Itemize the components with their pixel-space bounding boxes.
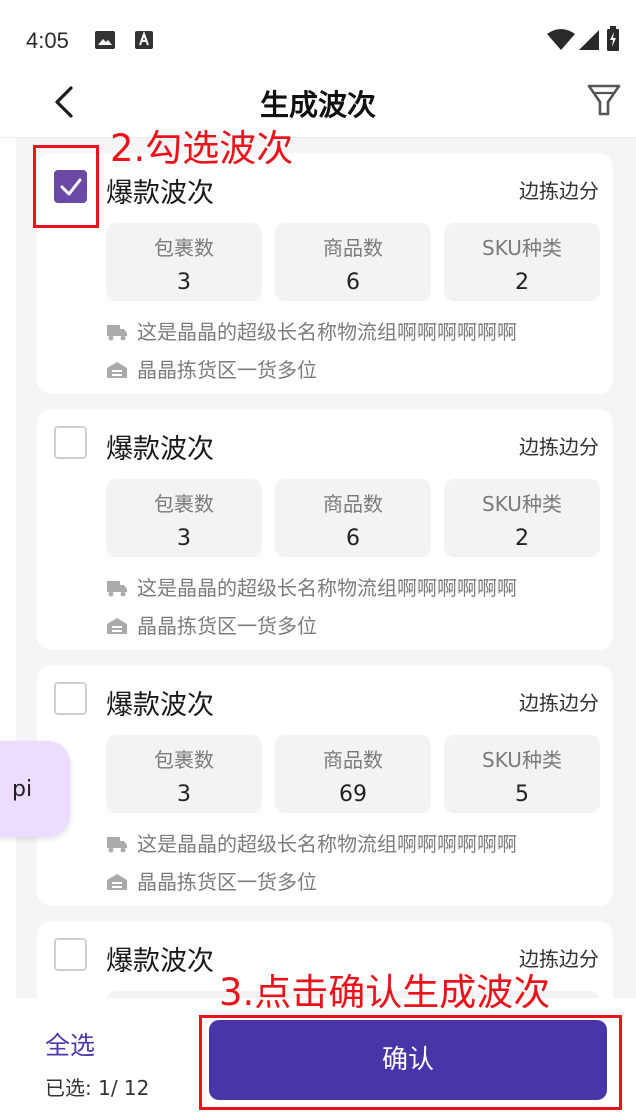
truck-icon <box>107 837 127 853</box>
signal-icon <box>579 30 599 50</box>
status-time: 4:05 <box>26 28 69 53</box>
stat-package-count: 包裹数 3 <box>106 479 262 557</box>
annotation-confirm-highlight <box>199 1015 622 1110</box>
battery-icon <box>607 26 619 51</box>
wave-card[interactable]: 爆款波次 边拣边分 包裹数 3 商品数 6 SKU种类 2 这是晶晶的超级长名称… <box>37 153 613 394</box>
wave-mode: 边拣边分 <box>519 435 599 459</box>
logistics-text: 这是晶晶的超级长名称物流组啊啊啊啊啊啊 <box>137 320 517 344</box>
filter-icon[interactable] <box>584 80 624 120</box>
stat-label: 包裹数 <box>154 236 214 260</box>
selected-count: 已选: 1/ 12 <box>45 1076 150 1100</box>
logistics-row: 这是晶晶的超级长名称物流组啊啊啊啊啊啊 <box>106 316 517 345</box>
area-row: 晶晶拣货区一货多位 <box>106 354 317 383</box>
stat-value: 3 <box>177 270 191 295</box>
stat-package-count: 包裹数 3 <box>106 223 262 301</box>
stat-sku-types: SKU种类 2 <box>444 223 600 301</box>
floating-bubble-text: pi <box>12 777 33 802</box>
annotation-checkbox-highlight <box>33 145 99 228</box>
wave-checkbox[interactable] <box>54 938 87 971</box>
stat-value: 2 <box>515 270 529 295</box>
stat-label: 商品数 <box>323 492 383 516</box>
stat-sku-types: SKU种类 5 <box>444 735 600 813</box>
logistics-text: 这是晶晶的超级长名称物流组啊啊啊啊啊啊 <box>137 832 517 856</box>
a-icon <box>135 31 153 49</box>
status-bar: 4:05 <box>0 0 636 80</box>
annotation-step3: 3.点击确认生成波次 <box>219 971 551 1014</box>
area-text: 晶晶拣货区一货多位 <box>137 614 317 638</box>
wifi-icon <box>547 29 575 50</box>
stat-value: 3 <box>177 526 191 551</box>
stat-value: 6 <box>346 526 360 551</box>
stat-label: SKU种类 <box>482 492 562 516</box>
stat-label: 包裹数 <box>154 748 214 772</box>
stat-value: 3 <box>177 782 191 807</box>
stat-label: SKU种类 <box>482 236 562 260</box>
area-row: 晶晶拣货区一货多位 <box>106 610 317 639</box>
wave-checkbox[interactable] <box>54 426 87 459</box>
stat-item-count: 商品数 6 <box>275 479 431 557</box>
warehouse-icon <box>107 362 127 378</box>
image-icon <box>95 31 115 49</box>
stat-item-count: 商品数 69 <box>275 735 431 813</box>
stat-label: 商品数 <box>323 748 383 772</box>
stat-package-count: 包裹数 3 <box>106 735 262 813</box>
warehouse-icon <box>107 618 127 634</box>
wave-title: 爆款波次 <box>106 178 214 209</box>
stat-label: SKU种类 <box>482 748 562 772</box>
logistics-row: 这是晶晶的超级长名称物流组啊啊啊啊啊啊 <box>106 572 517 601</box>
area-row: 晶晶拣货区一货多位 <box>106 866 317 895</box>
stat-value: 2 <box>515 526 529 551</box>
stat-value: 69 <box>339 782 367 807</box>
wave-title: 爆款波次 <box>106 690 214 721</box>
logistics-row: 这是晶晶的超级长名称物流组啊啊啊啊啊啊 <box>106 828 517 857</box>
stat-label: 包裹数 <box>154 492 214 516</box>
truck-icon <box>107 581 127 597</box>
wave-card[interactable]: 爆款波次 边拣边分 包裹数 3 商品数 69 SKU种类 5 这是晶晶的超级长名… <box>37 665 613 906</box>
stat-value: 6 <box>346 270 360 295</box>
wave-mode: 边拣边分 <box>519 179 599 203</box>
page-title: 生成波次 <box>259 88 376 122</box>
annotation-step2: 2.勾选波次 <box>110 127 294 170</box>
wave-mode: 边拣边分 <box>519 691 599 715</box>
stat-sku-types: SKU种类 2 <box>444 479 600 557</box>
wave-checkbox[interactable] <box>54 682 87 715</box>
wave-card[interactable]: 爆款波次 边拣边分 包裹数 3 商品数 6 SKU种类 2 这是晶晶的超级长名称… <box>37 409 613 650</box>
area-text: 晶晶拣货区一货多位 <box>137 870 317 894</box>
stat-value: 5 <box>515 782 529 807</box>
wave-title: 爆款波次 <box>106 434 214 465</box>
area-text: 晶晶拣货区一货多位 <box>137 358 317 382</box>
app-header: 生成波次 <box>0 80 636 138</box>
warehouse-icon <box>107 874 127 890</box>
logistics-text: 这是晶晶的超级长名称物流组啊啊啊啊啊啊 <box>137 576 517 600</box>
floating-assistant-bubble[interactable]: pi <box>0 741 70 837</box>
stat-label: 商品数 <box>323 236 383 260</box>
stat-item-count: 商品数 6 <box>275 223 431 301</box>
truck-icon <box>107 325 127 341</box>
wave-title: 爆款波次 <box>106 946 214 977</box>
select-all-button[interactable]: 全选 <box>45 1026 95 1062</box>
wave-list: 爆款波次 边拣边分 包裹数 3 商品数 6 SKU种类 2 这是晶晶的超级长名称… <box>16 138 636 998</box>
